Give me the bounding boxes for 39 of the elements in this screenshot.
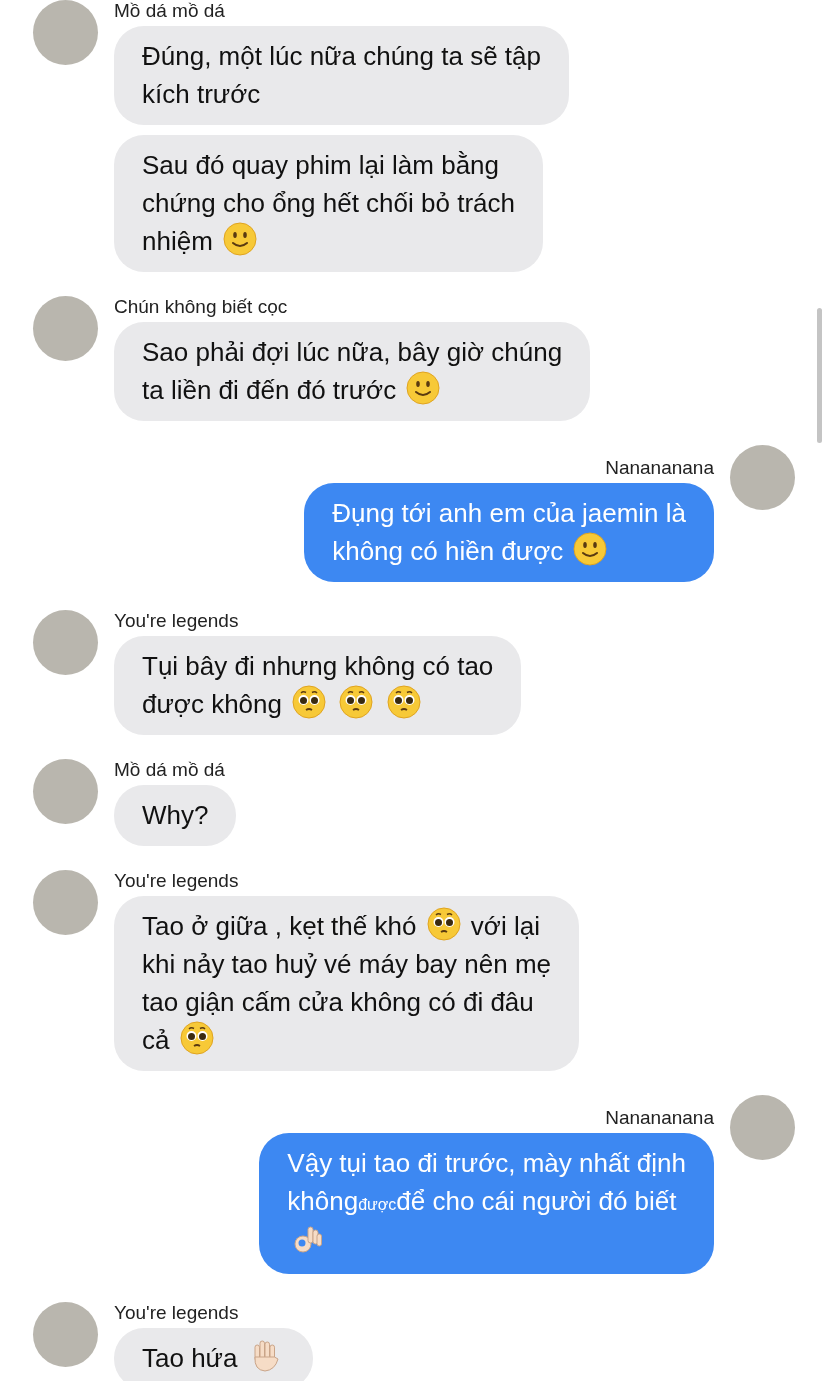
message-text: Sau đó quay phim lại làm bằng <box>142 150 499 180</box>
sender-name: Mồ dá mồ dá <box>114 759 225 781</box>
sender-name: Nanananana <box>605 457 714 479</box>
sender-name: You're legends <box>114 610 239 632</box>
pleading-face-icon <box>386 685 421 719</box>
sender-name: Nanananana <box>605 1107 714 1129</box>
pleading-face-icon <box>339 685 374 719</box>
message-text: không <box>287 1186 359 1216</box>
message-text: được <box>358 1196 397 1213</box>
message-text: Đúng, một lúc nữa chúng ta sẽ tập <box>142 41 541 71</box>
message-text: cả <box>142 1025 170 1055</box>
sender-name: Mồ dá mồ dá <box>114 0 225 22</box>
message-text: chứng cho ổng hết chối bỏ trách <box>142 188 515 218</box>
message-text: ta liền đi đến đó trước <box>142 375 397 405</box>
sender-name: You're legends <box>114 1302 239 1324</box>
message-text: Đụng tới anh em của jaemin là <box>332 498 686 528</box>
smiley-icon <box>223 222 258 256</box>
pleading-face-icon <box>292 685 327 719</box>
message-text: Tao hứa <box>142 1343 238 1373</box>
scrollbar[interactable] <box>817 308 822 443</box>
sender-name: Chún không biết cọc <box>114 296 288 318</box>
pleading-face-icon <box>426 907 461 941</box>
message-text: Tụi bây đi nhưng không có tao <box>142 651 494 681</box>
pleading-face-icon <box>179 1021 214 1055</box>
message-text: không có hiền được <box>332 536 564 566</box>
message-text: tao giận cấm cửa không có đi đâu <box>142 987 534 1017</box>
message-text: để cho cái người đó biết <box>396 1186 677 1216</box>
smiley-icon <box>406 371 441 405</box>
message-text: Sao phải đợi lúc nữa, bây giờ chúng <box>142 337 563 367</box>
message-text: kích trước <box>142 79 261 109</box>
message-text: nhiệm <box>142 226 213 256</box>
message-text: khi nảy tao huỷ vé máy bay nên mẹ <box>142 949 551 979</box>
message-text: Vậy tụi tao đi trước, mày nhất định <box>287 1148 686 1178</box>
message-text: Tao ở giữa , kẹt thế khó <box>142 911 417 941</box>
message-text: với lại <box>470 911 540 941</box>
smiley-icon <box>573 532 608 566</box>
message-text: được không <box>142 689 282 719</box>
sender-name: You're legends <box>114 870 239 892</box>
message-text: Why? <box>142 800 209 830</box>
